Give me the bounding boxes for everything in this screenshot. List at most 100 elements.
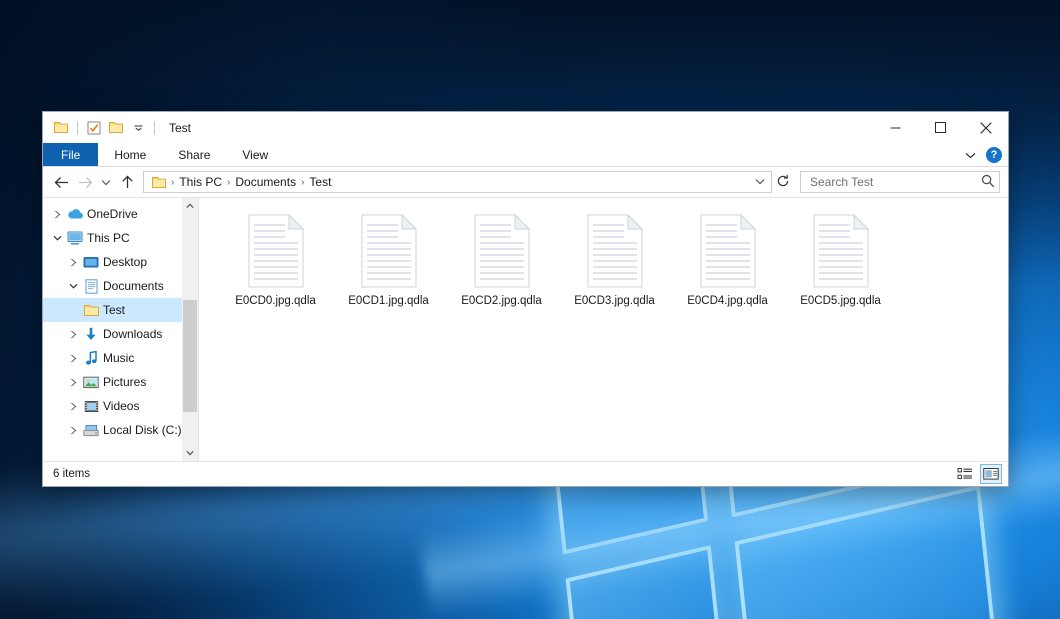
video-icon xyxy=(81,400,101,413)
sidebar-item-label: Downloads xyxy=(101,327,162,341)
address-bar-row: › This PC › Documents › Test xyxy=(43,167,1008,197)
checkbox-icon[interactable] xyxy=(83,117,105,139)
tab-share[interactable]: Share xyxy=(162,143,226,166)
tab-view[interactable]: View xyxy=(226,143,284,166)
scroll-down-icon[interactable] xyxy=(182,445,198,461)
sidebar-item-desktop[interactable]: Desktop xyxy=(43,250,198,274)
close-button[interactable] xyxy=(963,112,1008,143)
file-item[interactable]: E0CD2.jpg.qdla xyxy=(445,212,558,330)
chevron-right-icon[interactable] xyxy=(49,210,65,219)
file-item[interactable]: E0CD4.jpg.qdla xyxy=(671,212,784,330)
scroll-up-icon[interactable] xyxy=(182,198,198,214)
file-name: E0CD5.jpg.qdla xyxy=(800,294,881,308)
chevron-down-icon[interactable] xyxy=(127,117,149,139)
file-name: E0CD2.jpg.qdla xyxy=(461,294,542,308)
chevron-right-icon[interactable] xyxy=(65,378,81,387)
desktop: Test File Home Share View xyxy=(0,0,1060,619)
file-item[interactable]: E0CD0.jpg.qdla xyxy=(219,212,332,330)
minimize-button[interactable] xyxy=(873,112,918,143)
chevron-down-icon[interactable] xyxy=(49,235,65,242)
file-explorer-window: Test File Home Share View xyxy=(42,111,1009,487)
sidebar-item-downloads[interactable]: Downloads xyxy=(43,322,198,346)
folder-icon xyxy=(149,176,169,189)
desktop-icon xyxy=(81,256,101,269)
sidebar-item-onedrive[interactable]: OneDrive xyxy=(43,202,198,226)
details-view-button[interactable] xyxy=(954,464,976,484)
sidebar-item-label: This PC xyxy=(85,231,130,245)
breadcrumb-item-this-pc[interactable]: This PC xyxy=(176,175,225,189)
sidebar-item-this-pc[interactable]: This PC xyxy=(43,226,198,250)
file-name: E0CD3.jpg.qdla xyxy=(574,294,655,308)
drive-icon xyxy=(81,424,101,437)
file-grid: E0CD0.jpg.qdla E0CD1.j xyxy=(219,212,1008,330)
file-item[interactable]: E0CD1.jpg.qdla xyxy=(332,212,445,330)
navigation-scrollbar[interactable] xyxy=(182,198,198,461)
sidebar-item-test[interactable]: Test xyxy=(43,298,198,322)
sidebar-item-label: Documents xyxy=(101,279,164,293)
file-name: E0CD0.jpg.qdla xyxy=(235,294,316,308)
generic-document-icon xyxy=(360,214,418,288)
navigation-pane: OneDrive This PC xyxy=(43,198,198,461)
title-bar[interactable]: Test xyxy=(43,112,1008,143)
tab-home[interactable]: Home xyxy=(98,143,162,166)
recent-locations-button[interactable] xyxy=(97,170,115,194)
up-button[interactable] xyxy=(115,170,139,194)
ribbon-right-controls: ? xyxy=(965,143,1002,167)
sidebar-item-music[interactable]: Music xyxy=(43,346,198,370)
chevron-right-icon[interactable] xyxy=(65,402,81,411)
view-buttons xyxy=(954,464,1002,484)
window-body: OneDrive This PC xyxy=(43,197,1008,461)
file-name: E0CD4.jpg.qdla xyxy=(687,294,768,308)
maximize-button[interactable] xyxy=(918,112,963,143)
refresh-button[interactable] xyxy=(772,174,794,191)
monitor-icon xyxy=(65,231,85,245)
scrollbar-track[interactable] xyxy=(182,214,198,445)
item-count-label: 6 items xyxy=(53,468,90,480)
breadcrumb-item-test[interactable]: Test xyxy=(306,175,334,189)
address-dropdown-icon[interactable] xyxy=(751,177,769,188)
sidebar-item-local-disk-c[interactable]: Local Disk (C:) xyxy=(43,418,198,442)
file-item[interactable]: E0CD3.jpg.qdla xyxy=(558,212,671,330)
quick-access-toolbar xyxy=(43,117,160,139)
ribbon-tab-bar: File Home Share View ? xyxy=(43,143,1008,167)
tab-file[interactable]: File xyxy=(43,143,98,166)
status-bar: 6 items xyxy=(43,461,1008,486)
scrollbar-thumb[interactable] xyxy=(183,300,197,412)
sidebar-item-documents[interactable]: Documents xyxy=(43,274,198,298)
folder-icon[interactable] xyxy=(105,117,127,139)
search-icon[interactable] xyxy=(981,174,995,191)
sidebar-item-label: Music xyxy=(101,351,134,365)
file-name: E0CD1.jpg.qdla xyxy=(348,294,429,308)
breadcrumb: › This PC › Documents › Test xyxy=(169,175,751,189)
folder-icon[interactable] xyxy=(50,117,72,139)
file-item[interactable]: E0CD5.jpg.qdla xyxy=(784,212,897,330)
window-controls xyxy=(873,112,1008,143)
breadcrumb-separator: › xyxy=(299,177,306,188)
file-list-pane[interactable]: E0CD0.jpg.qdla E0CD1.j xyxy=(198,198,1008,461)
back-button[interactable] xyxy=(49,170,73,194)
forward-button[interactable] xyxy=(73,170,97,194)
window-title: Test xyxy=(169,121,191,135)
address-bar[interactable]: › This PC › Documents › Test xyxy=(143,171,772,193)
folder-icon xyxy=(81,304,101,317)
generic-document-icon xyxy=(247,214,305,288)
chevron-right-icon[interactable] xyxy=(65,354,81,363)
picture-icon xyxy=(81,376,101,389)
chevron-down-icon[interactable] xyxy=(65,283,81,290)
search-box[interactable] xyxy=(800,171,1000,193)
large-icons-view-button[interactable] xyxy=(980,464,1002,484)
expand-ribbon-icon[interactable] xyxy=(965,148,976,162)
navigation-tree: OneDrive This PC xyxy=(43,198,198,442)
toolbar-divider xyxy=(77,121,78,135)
sidebar-item-label: OneDrive xyxy=(85,207,138,221)
chevron-right-icon[interactable] xyxy=(65,258,81,267)
sidebar-item-pictures[interactable]: Pictures xyxy=(43,370,198,394)
chevron-right-icon[interactable] xyxy=(65,330,81,339)
sidebar-item-videos[interactable]: Videos xyxy=(43,394,198,418)
cloud-icon xyxy=(65,208,85,220)
download-icon xyxy=(81,327,101,342)
search-input[interactable] xyxy=(808,174,981,190)
chevron-right-icon[interactable] xyxy=(65,426,81,435)
breadcrumb-item-documents[interactable]: Documents xyxy=(232,175,299,189)
help-icon[interactable]: ? xyxy=(986,147,1002,163)
